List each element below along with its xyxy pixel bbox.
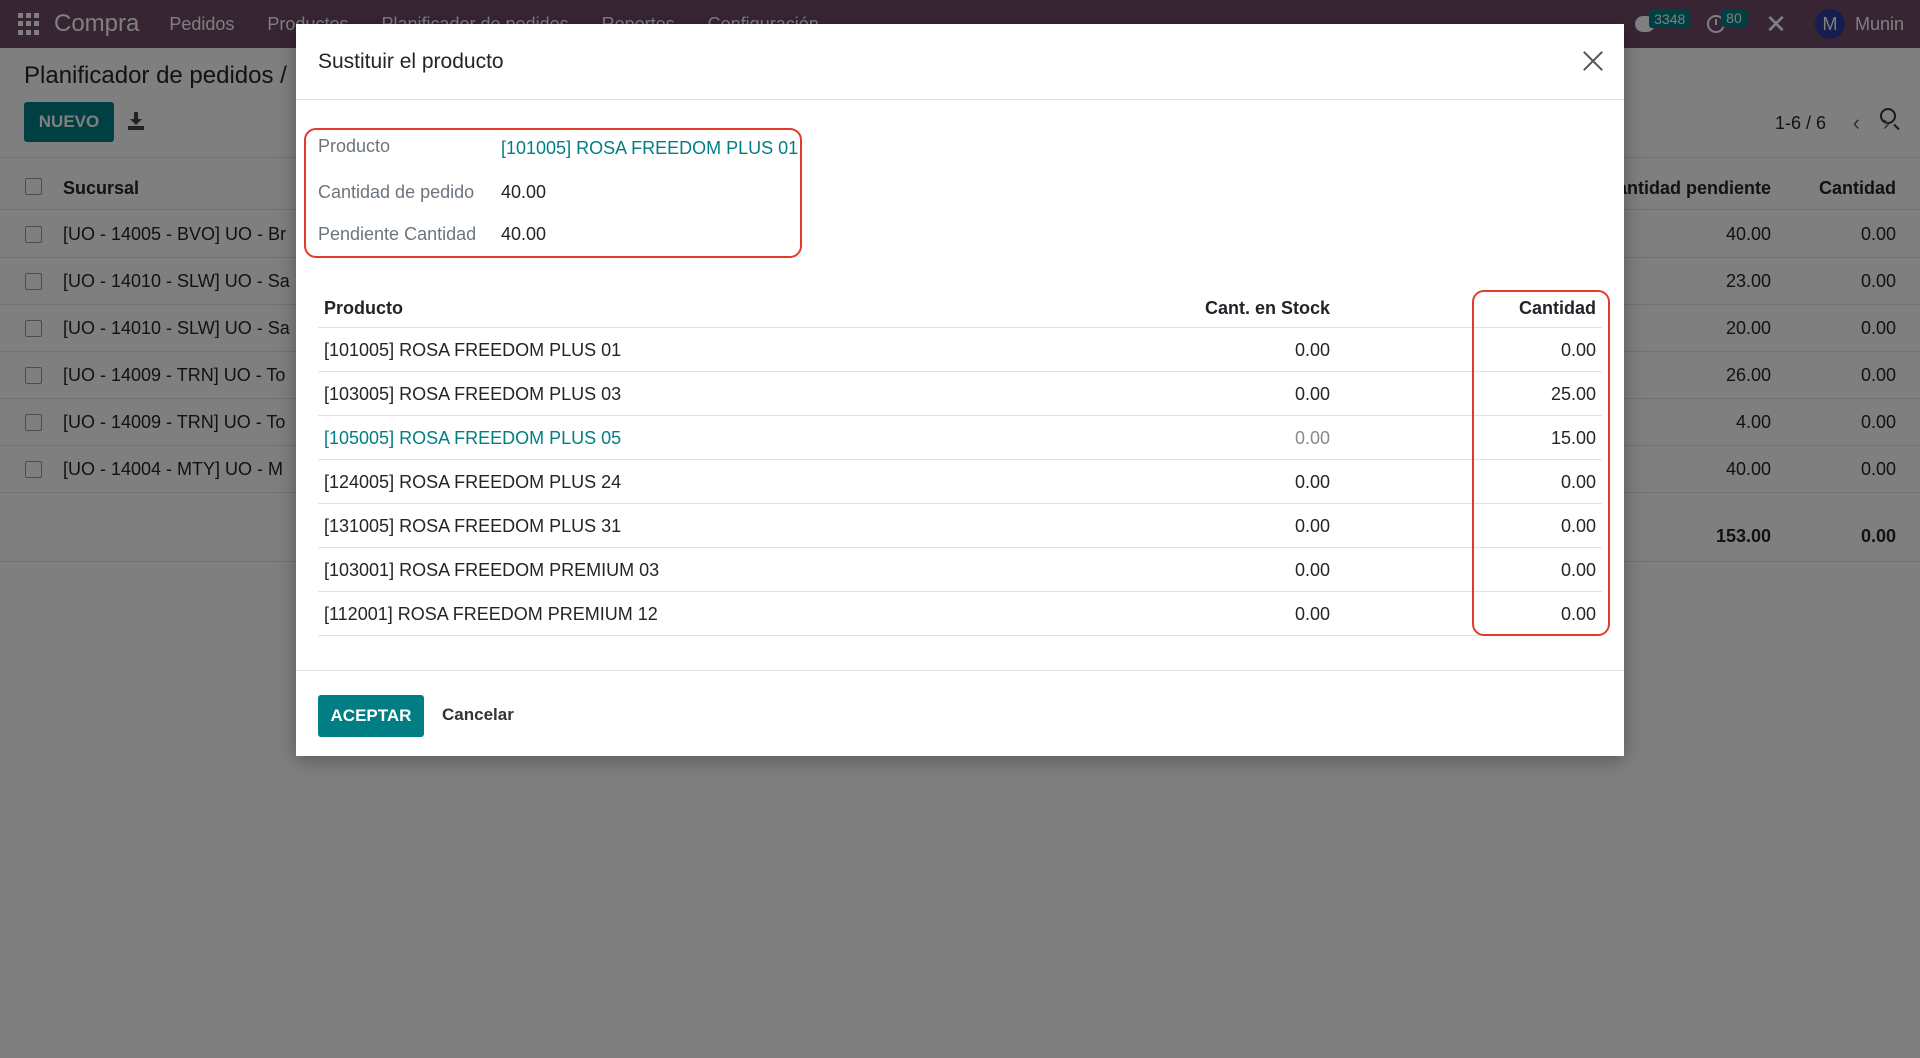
row-producto: [112001] ROSA FREEDOM PREMIUM 12 <box>324 604 658 624</box>
accept-button[interactable]: ACEPTAR <box>318 695 424 737</box>
row-producto[interactable]: [105005] ROSA FREEDOM PLUS 05 <box>324 428 621 449</box>
row-stock: 0.00 <box>1294 472 1330 492</box>
cantidad-column-highlight <box>1472 290 1610 636</box>
pendiente-cantidad-value: 40.00 <box>501 224 547 244</box>
table-row[interactable]: [131005] ROSA FREEDOM PLUS 31 0.00 0.00 <box>318 504 1602 548</box>
row-stock: 0.00 <box>1294 428 1330 448</box>
pendiente-cantidad-label: Pendiente Cantidad <box>318 224 477 244</box>
row-stock: 0.00 <box>1294 384 1330 404</box>
row-producto: [131005] ROSA FREEDOM PLUS 31 <box>324 516 622 536</box>
subtable-header: Producto Cant. en Stock Cantidad <box>318 296 1602 328</box>
close-icon[interactable] <box>1582 50 1604 72</box>
table-row-selected[interactable]: [105005] ROSA FREEDOM PLUS 05 0.00 15.00 <box>318 416 1602 460</box>
row-producto: [103001] ROSA FREEDOM PREMIUM 03 <box>324 560 660 580</box>
row-stock: 0.00 <box>1294 560 1330 580</box>
producto-link[interactable]: [101005] ROSA FREEDOM PLUS 01 <box>501 138 798 159</box>
column-producto: Producto <box>324 298 403 318</box>
cancel-button[interactable]: Cancelar <box>442 705 514 725</box>
row-producto: [124005] ROSA FREEDOM PLUS 24 <box>324 472 622 492</box>
column-stock: Cant. en Stock <box>1204 298 1330 318</box>
row-stock: 0.00 <box>1294 604 1330 624</box>
table-row[interactable]: [112001] ROSA FREEDOM PREMIUM 12 0.00 0.… <box>318 592 1602 636</box>
row-stock: 0.00 <box>1294 340 1330 360</box>
table-row[interactable]: [103001] ROSA FREEDOM PREMIUM 03 0.00 0.… <box>318 548 1602 592</box>
row-stock: 0.00 <box>1294 516 1330 536</box>
cantidad-pedido-value: 40.00 <box>501 182 547 202</box>
cantidad-pedido-label: Cantidad de pedido <box>318 182 475 202</box>
row-producto: [101005] ROSA FREEDOM PLUS 01 <box>324 340 622 360</box>
modal-title: Sustituir el producto <box>318 50 504 73</box>
table-row[interactable]: [124005] ROSA FREEDOM PLUS 24 0.00 0.00 <box>318 460 1602 504</box>
row-producto: [103005] ROSA FREEDOM PLUS 03 <box>324 384 622 404</box>
table-row[interactable]: [103005] ROSA FREEDOM PLUS 03 0.00 25.00 <box>318 372 1602 416</box>
replace-product-dialog: Sustituir el producto Producto [101005] … <box>296 24 1624 756</box>
modal-footer: ACEPTAR Cancelar <box>296 670 1624 756</box>
modal-header: Sustituir el producto <box>296 24 1624 100</box>
table-row[interactable]: [101005] ROSA FREEDOM PLUS 01 0.00 0.00 <box>318 328 1602 372</box>
producto-label: Producto <box>318 136 391 156</box>
